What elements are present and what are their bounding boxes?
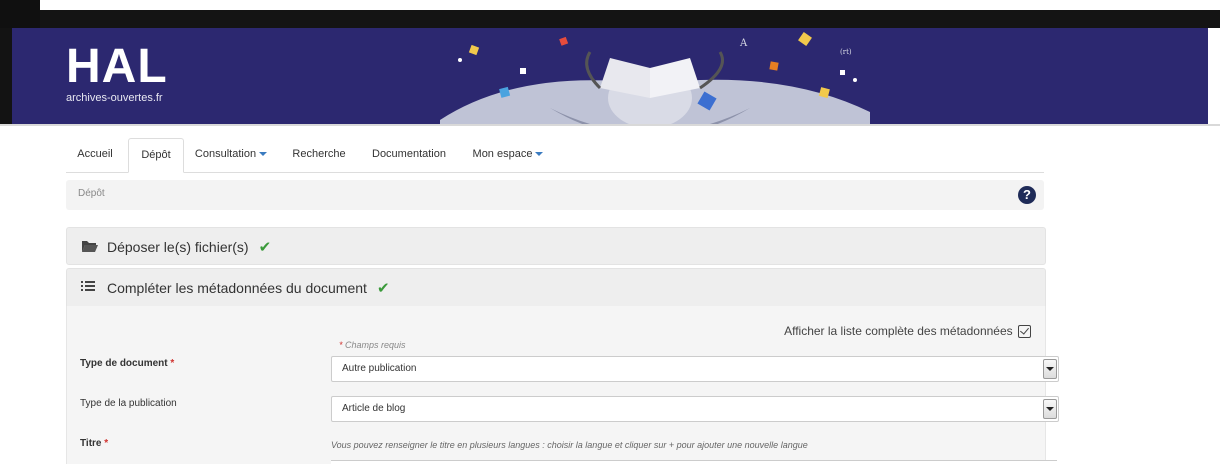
logo-tagline: archives-ouvertes.fr [66, 92, 163, 104]
field-label-text: Titre [80, 438, 102, 449]
field-label-text: Type de la publication [80, 398, 177, 409]
breadcrumb: Dépôt ? [66, 180, 1044, 210]
select-arrow-icon[interactable] [1043, 359, 1057, 379]
banner-illustration: A (rt) [440, 32, 870, 124]
required-fields-note: * Champs requis [339, 340, 406, 350]
check-icon: ✔ [258, 239, 272, 256]
title-label: Titre * [80, 438, 108, 449]
help-icon[interactable]: ? [1018, 186, 1036, 204]
banner-divider [0, 124, 1220, 126]
publication-type-select[interactable]: Article de blog [331, 396, 1059, 422]
breadcrumb-current: Dépôt [78, 188, 105, 199]
checkbox-edit-icon [1018, 325, 1031, 339]
svg-text:(rt): (rt) [840, 48, 852, 56]
panel-title: Déposer le(s) fichier(s) ✔ [107, 238, 271, 256]
top-dark-bar [0, 10, 1220, 28]
document-type-label: Type de document * [80, 358, 174, 369]
publication-type-label: Type de la publication [80, 398, 177, 409]
folder-open-icon [82, 241, 98, 252]
required-star: * [104, 438, 109, 449]
caret-down-icon [535, 152, 544, 157]
svg-text:A: A [739, 38, 748, 49]
tab-recherche[interactable]: Recherche [286, 138, 352, 171]
tab-label: Recherche [292, 148, 346, 160]
main-nav: Accueil Dépôt Consultation Recherche Doc… [66, 138, 1044, 173]
metadata-form: Afficher la liste complète des métadonné… [66, 306, 1059, 465]
logo-text: HAL [66, 40, 168, 93]
required-note-text: Champs requis [345, 340, 406, 350]
browser-top-strip [0, 0, 1220, 28]
show-all-metadata-label: Afficher la liste complète des métadonné… [784, 324, 1013, 338]
title-languages-hint: Vous pouvez renseigner le titre en plusi… [331, 440, 808, 450]
top-dark-corner [0, 0, 40, 28]
banner-right-edge [1208, 28, 1220, 124]
tab-accueil[interactable]: Accueil [66, 138, 124, 171]
site-banner: HAL archives-ouvertes.fr A (rt) [0, 28, 1220, 124]
select-value: Article de blog [342, 403, 406, 414]
document-type-select[interactable]: Autre publication [331, 356, 1059, 382]
select-arrow-icon[interactable] [1043, 399, 1057, 419]
panel-title-text: Compléter les métadonnées du document [107, 280, 367, 296]
required-star: * [339, 340, 343, 350]
tab-label: Documentation [372, 148, 446, 160]
select-value: Autre publication [342, 363, 417, 374]
panel-title: Compléter les métadonnées du document ✔ [107, 279, 390, 297]
title-input-edge[interactable] [331, 460, 1057, 465]
show-all-metadata-link[interactable]: Afficher la liste complète des métadonné… [784, 324, 1031, 339]
list-icon [81, 281, 95, 291]
check-icon: ✔ [376, 280, 390, 297]
field-label-text: Type de document [80, 358, 168, 369]
tab-label: Consultation [194, 148, 257, 160]
tab-documentation[interactable]: Documentation [364, 138, 454, 171]
panel-metadata[interactable]: Compléter les métadonnées du document ✔ [66, 268, 1046, 307]
tab-mon-espace[interactable]: Mon espace [466, 138, 550, 171]
tab-label: Mon espace [472, 148, 533, 160]
tab-consultation[interactable]: Consultation [190, 138, 272, 171]
tab-label: Dépôt [141, 149, 171, 161]
tab-label: Accueil [77, 148, 113, 160]
banner-left-edge [0, 28, 12, 124]
hal-logo[interactable]: HAL archives-ouvertes.fr [66, 40, 168, 105]
panel-title-text: Déposer le(s) fichier(s) [107, 239, 249, 255]
required-star: * [170, 358, 175, 369]
caret-down-icon [259, 152, 268, 157]
panel-deposit-files[interactable]: Déposer le(s) fichier(s) ✔ [66, 227, 1046, 265]
tab-depot[interactable]: Dépôt [128, 138, 184, 173]
